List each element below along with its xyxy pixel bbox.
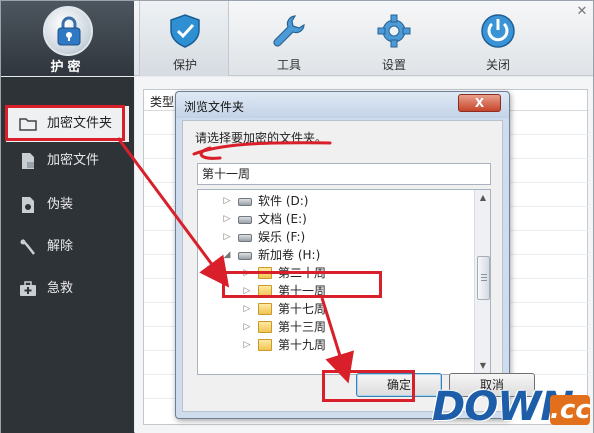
lock-logo-icon	[43, 6, 93, 56]
logo-label: 护密	[50, 60, 85, 75]
unlock-icon	[20, 239, 35, 255]
tab-close-label: 关闭	[485, 58, 510, 72]
sidebar-item-disguise[interactable]: 伪装	[1, 187, 134, 223]
tree-item-label: 文档 (E:)	[258, 212, 307, 226]
top-toolbar: 护密 保护 工具 设置 关闭 ✕	[1, 1, 593, 76]
gear-icon	[377, 14, 411, 48]
sidebar-item-rescue[interactable]: 急救	[1, 271, 134, 307]
tree-item-label: 新加卷 (H:)	[258, 248, 321, 262]
power-icon	[481, 14, 515, 48]
watermark-suffix: .cc	[550, 395, 591, 425]
scrollbar-thumb[interactable]	[477, 256, 490, 300]
scroll-up-arrow-icon[interactable]: ▲	[475, 190, 490, 206]
expand-arrow-icon[interactable]: ▷	[242, 300, 252, 318]
expand-arrow-icon[interactable]: ▷	[242, 318, 252, 336]
tab-settings[interactable]: 设置	[349, 1, 439, 76]
expand-arrow-icon[interactable]: ▷	[222, 192, 232, 210]
tree-item-label: 第十三周	[278, 320, 327, 334]
expand-arrow-icon[interactable]: ▷	[222, 228, 232, 246]
tab-protect-label: 保护	[172, 58, 197, 72]
annotation-highlight-sidebar	[5, 105, 125, 141]
tree-item-label: 娱乐 (F:)	[258, 230, 306, 244]
folder-icon	[258, 303, 272, 315]
tree-scrollbar[interactable]: ▲ ▼	[474, 190, 490, 374]
dialog-title: 浏览文件夹	[184, 100, 245, 114]
sidebar-item-decrypt[interactable]: 解除	[1, 229, 134, 265]
app-logo: 护密	[1, 1, 134, 76]
dialog-titlebar[interactable]: 浏览文件夹 X	[176, 92, 509, 118]
drive-icon	[238, 234, 252, 242]
file-lock-icon	[22, 153, 34, 169]
sidebar-item-label: 解除	[47, 239, 74, 254]
scroll-down-arrow-icon[interactable]: ▼	[475, 358, 490, 374]
tree-item-label: 第十九周	[278, 338, 327, 352]
folder-icon	[258, 321, 272, 333]
drive-icon	[238, 198, 252, 206]
expand-arrow-icon[interactable]: ▷	[242, 336, 252, 354]
folder-path-field[interactable]: 第十一周	[197, 163, 491, 185]
folder-icon	[258, 339, 272, 351]
sidebar-item-encrypt-file[interactable]: 加密文件	[1, 143, 134, 179]
annotation-highlight-folder	[222, 271, 382, 298]
tab-settings-label: 设置	[381, 58, 406, 72]
annotation-highlight-ok	[322, 370, 415, 402]
disguise-icon	[22, 197, 34, 213]
wrench-icon	[273, 15, 305, 47]
tree-item-label: 软件 (D:)	[258, 194, 309, 208]
window-close-button[interactable]: ✕	[575, 5, 589, 19]
watermark-logo: DOWN .cc	[432, 385, 592, 429]
first-aid-icon	[20, 281, 36, 296]
drive-icon	[238, 252, 252, 260]
sidebar-item-label: 加密文件	[47, 153, 100, 168]
sidebar-item-label: 伪装	[47, 197, 74, 212]
collapse-arrow-icon[interactable]: ◢	[222, 246, 232, 264]
sidebar-item-label: 急救	[47, 281, 74, 296]
dialog-close-button[interactable]: X	[458, 94, 501, 112]
expand-arrow-icon[interactable]: ▷	[222, 210, 232, 228]
tab-tools[interactable]: 工具	[244, 1, 334, 76]
tab-close[interactable]: 关闭	[453, 1, 543, 76]
tab-protect[interactable]: 保护	[139, 1, 229, 76]
drive-icon	[238, 216, 252, 224]
annotation-underline	[192, 141, 332, 160]
shield-icon	[170, 14, 200, 48]
column-header-type[interactable]: 类型	[150, 93, 174, 110]
tree-item-label: 第十七周	[278, 302, 327, 316]
tab-tools-label: 工具	[276, 58, 301, 72]
